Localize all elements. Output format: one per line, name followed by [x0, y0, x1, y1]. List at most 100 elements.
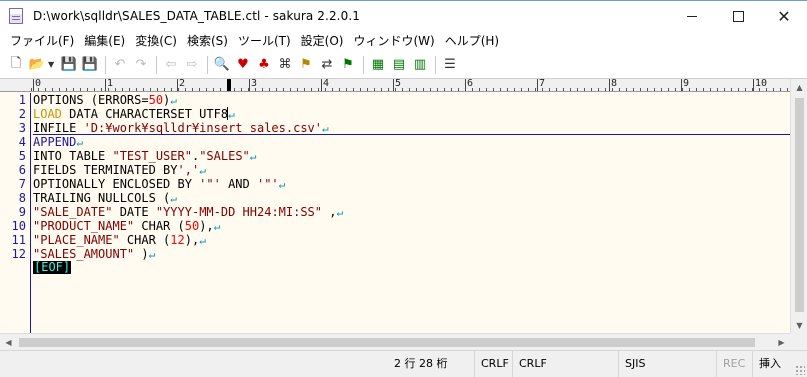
code-line: LOAD DATA CHARACTERSET UTF8↵: [33, 107, 235, 121]
line-number: 6: [18, 163, 26, 177]
resize-grip-icon[interactable]: [795, 365, 805, 375]
code-token: ): [134, 247, 149, 261]
code-token: ),: [184, 233, 200, 247]
title-bar: D:\work\sqlldr\SALES_DATA_TABLE.ctl - sa…: [0, 0, 807, 31]
search-icon[interactable]: 🔍: [212, 55, 232, 75]
ruler-corner: [0, 79, 31, 92]
vertical-scrollbar[interactable]: ▲ ▼: [790, 79, 807, 334]
status-line-ending-2[interactable]: CRLF: [512, 351, 618, 377]
line-end-mark: ↵: [249, 150, 257, 163]
code-token: '"': [199, 177, 221, 191]
bookmark-icon[interactable]: ⚑: [338, 55, 358, 75]
scroll-left-icon[interactable]: ◀: [0, 334, 17, 351]
code-token: OPTIONALLY ENCLOSED BY: [33, 177, 200, 191]
undo-icon[interactable]: ↶: [110, 55, 130, 75]
toolbar-separator: [435, 55, 436, 74]
new-file-icon[interactable]: 🗋: [6, 55, 26, 75]
line-end-mark: ↵: [199, 164, 206, 177]
horizontal-scroll-thumb[interactable]: [19, 338, 755, 347]
ruler-ticks: [31, 79, 790, 91]
line-number-gutter[interactable]: 1 2 3 4 5 6 7 8 9 10 11 12: [0, 93, 31, 334]
menu-settings[interactable]: 設定(O): [296, 32, 349, 51]
keymacro-icon[interactable]: ☰: [440, 55, 460, 75]
replace-icon[interactable]: ⚑: [296, 55, 316, 75]
code-token: "PRODUCT_NAME": [33, 219, 135, 233]
jump-icon[interactable]: ⇄: [317, 55, 337, 75]
settings-icon[interactable]: ▥: [410, 55, 430, 75]
forward-icon[interactable]: ⇨: [182, 55, 202, 75]
close-button[interactable]: ✕: [761, 1, 807, 31]
code-token: TRAILING NULLCOLS (: [33, 191, 171, 205]
status-encoding[interactable]: SJIS: [618, 351, 716, 377]
code-line: "SALES_AMOUNT" )↵: [33, 247, 155, 261]
horizontal-scrollbar[interactable]: ◀ ▶: [0, 333, 790, 350]
line-number: 11: [11, 233, 26, 247]
line-number: 2: [18, 107, 26, 121]
status-cursor-position[interactable]: 2 行 28 桁: [388, 351, 474, 377]
line-end-mark: ↵: [170, 94, 177, 107]
compare-icon[interactable]: ▦: [368, 55, 388, 75]
menu-edit[interactable]: 編集(E): [79, 32, 130, 51]
redo-icon[interactable]: ↷: [131, 55, 151, 75]
vertical-scroll-thumb[interactable]: [795, 98, 804, 312]
ruler-label: 5: [393, 79, 402, 91]
code-line: OPTIONALLY ENCLOSED BY '"' AND '"'↵: [33, 177, 285, 191]
line-end-mark: ↵: [199, 234, 206, 247]
menu-window[interactable]: ウィンドウ(W): [348, 32, 439, 51]
search-next-icon[interactable]: ♥: [233, 55, 253, 75]
app-icon: [9, 8, 23, 24]
code-token: 'D:¥work¥sqlldr¥insert_sales.csv': [83, 121, 322, 135]
code-token: "PLACE_NAME": [33, 233, 120, 247]
maximize-button[interactable]: [715, 1, 761, 31]
save-all-icon[interactable]: 💾: [80, 55, 100, 75]
line-number: 1: [18, 93, 26, 107]
minimize-button[interactable]: [669, 1, 715, 31]
line-end-mark: ↵: [278, 178, 286, 191]
scroll-down-icon[interactable]: ▼: [791, 317, 807, 334]
scroll-up-icon[interactable]: ▲: [791, 79, 807, 96]
code-token: "SALE_DATE": [33, 205, 113, 219]
code-token: CHAR (: [119, 233, 171, 247]
status-rec[interactable]: REC: [716, 351, 752, 377]
line-number: 12: [11, 247, 26, 261]
code-token: AND: [220, 177, 257, 191]
code-token: DATA CHARACTERSET UTF8: [61, 107, 229, 121]
ruler-label: 1: [105, 79, 114, 91]
menu-convert[interactable]: 変換(C): [130, 32, 182, 51]
scrollbar-corner: [790, 333, 807, 350]
code-token: FIELDS TERMINATED BY: [33, 163, 178, 177]
code-line: APPEND↵: [33, 135, 83, 149]
text-area[interactable]: OPTIONS (ERRORS=50)↵ LOAD DATA CHARACTERS…: [33, 93, 790, 333]
eof-marker: [EOF]: [33, 260, 72, 274]
line-number: 8: [18, 191, 26, 205]
code-token: "SALES_AMOUNT": [33, 247, 135, 261]
scroll-right-icon[interactable]: ▶: [773, 334, 790, 351]
menu-tools[interactable]: ツール(T): [233, 32, 296, 51]
status-line-ending[interactable]: CRLF: [474, 351, 512, 377]
search-prev-icon[interactable]: ♣: [254, 55, 274, 75]
save-icon[interactable]: 💾: [59, 55, 79, 75]
code-line: "SALE_DATE" DATE "YYYY-MM-DD HH24:MI:SS"…: [33, 205, 343, 219]
menu-file[interactable]: ファイル(F): [5, 32, 79, 51]
open-dropdown-icon[interactable]: ▼: [48, 60, 57, 69]
ruler-label: 6: [465, 79, 474, 91]
code-token: INFILE: [33, 121, 84, 135]
editor-pane[interactable]: 01234567891011 123456789101112 OPTIONS (…: [0, 78, 807, 334]
line-end-mark: ↵: [322, 122, 329, 135]
toolbar-separator: [207, 55, 208, 74]
ruler-label: 3: [249, 79, 258, 91]
line-end-mark: ↵: [336, 206, 344, 219]
open-file-icon[interactable]: 📂: [27, 55, 47, 75]
code-token: ,: [322, 205, 337, 219]
code-token: 12: [170, 233, 185, 247]
ruler: 01234567891011: [31, 79, 790, 92]
code-line: FIELDS TERMINATED BY','↵: [33, 163, 206, 177]
menu-search[interactable]: 検索(S): [182, 32, 233, 51]
code-line: "PLACE_NAME" CHAR (12),↵: [33, 233, 206, 247]
outline-icon[interactable]: ▤: [389, 55, 409, 75]
code-token: ),: [199, 219, 214, 233]
back-icon[interactable]: ⇦: [161, 55, 181, 75]
line-end-mark: ↵: [76, 136, 83, 149]
menu-help[interactable]: ヘルプ(H): [440, 32, 504, 51]
grep-icon[interactable]: ⌘: [275, 55, 295, 75]
